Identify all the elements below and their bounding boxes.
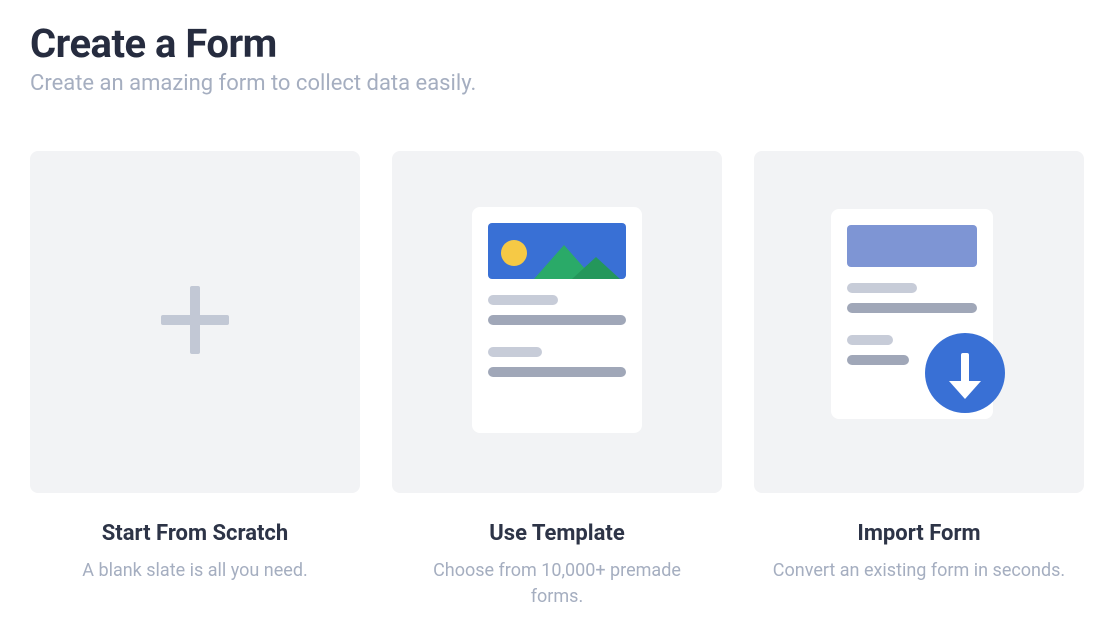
- page-title: Create a Form: [30, 20, 1086, 67]
- option-use-template[interactable]: Use Template Choose from 10,000+ premade…: [392, 151, 722, 610]
- option-start-from-scratch[interactable]: Start From Scratch A blank slate is all …: [30, 151, 360, 610]
- options-row: Start From Scratch A blank slate is all …: [30, 151, 1086, 610]
- scratch-tile: [30, 151, 360, 493]
- import-tile: [754, 151, 1084, 493]
- template-tile: [392, 151, 722, 493]
- import-document-icon: [831, 209, 1007, 435]
- option-title: Start From Scratch: [102, 521, 288, 546]
- option-title: Import Form: [857, 521, 980, 546]
- page-subtitle: Create an amazing form to collect data e…: [30, 71, 1086, 96]
- template-document-icon: [472, 207, 642, 437]
- option-import-form[interactable]: Import Form Convert an existing form in …: [754, 151, 1084, 610]
- plus-icon: [153, 278, 237, 366]
- option-description: Convert an existing form in seconds.: [773, 558, 1065, 584]
- option-description: Choose from 10,000+ premade forms.: [407, 558, 707, 610]
- page-header: Create a Form Create an amazing form to …: [30, 20, 1086, 96]
- option-description: A blank slate is all you need.: [82, 558, 307, 584]
- option-title: Use Template: [489, 521, 624, 546]
